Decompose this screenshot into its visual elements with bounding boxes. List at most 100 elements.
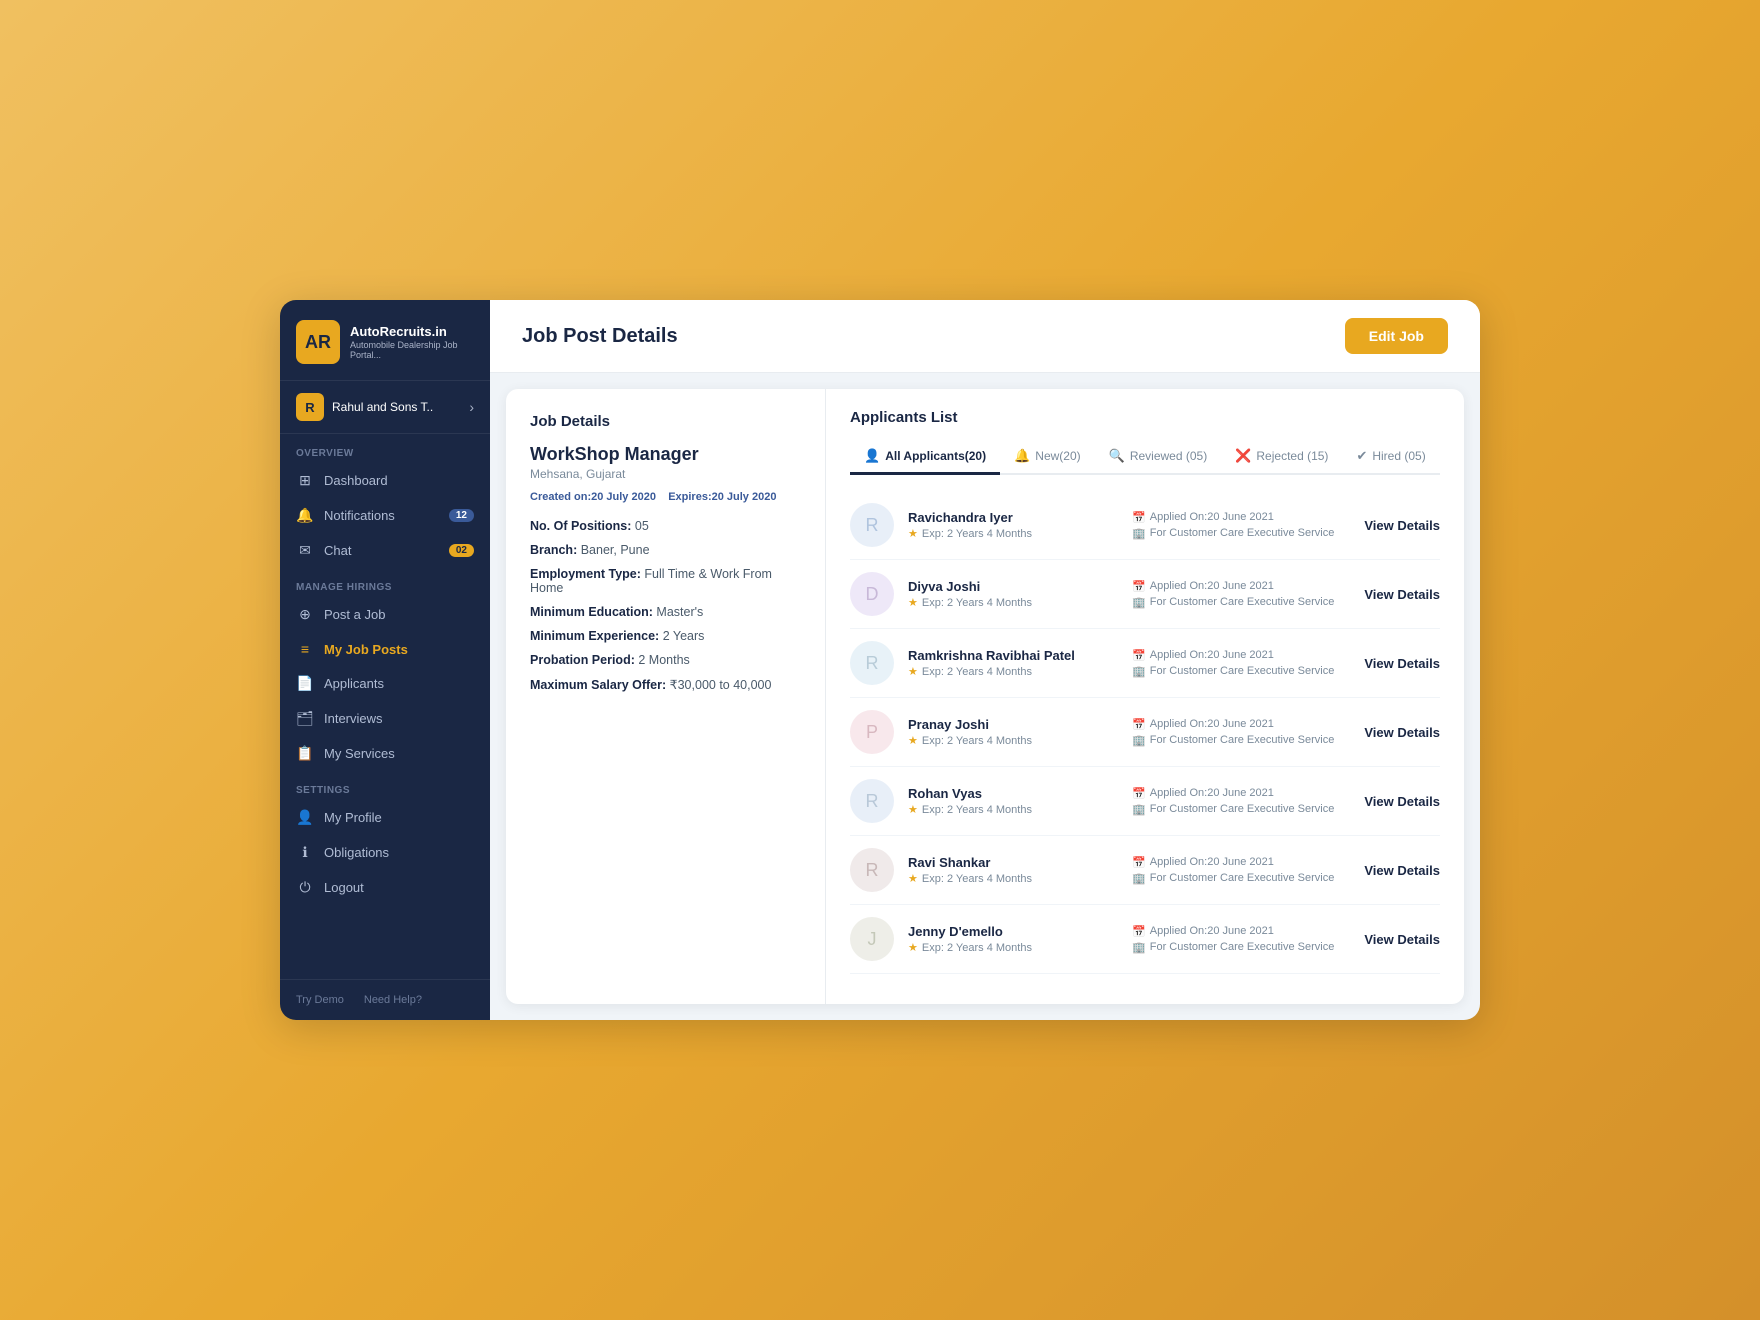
- service-icon: 🏢: [1132, 665, 1146, 678]
- sidebar-item-dashboard[interactable]: ⊞ Dashboard: [280, 463, 490, 498]
- sidebar: AR AutoRecruits.in Automobile Dealership…: [280, 300, 490, 1020]
- sidebar-item-applicants[interactable]: 📄 Applicants: [280, 666, 490, 701]
- my-profile-icon: 👤: [296, 809, 314, 826]
- view-details-button[interactable]: View Details: [1364, 932, 1440, 947]
- applicant-info: Pranay Joshi ★ Exp: 2 Years 4 Months: [908, 717, 1118, 747]
- applicant-avatar: R: [850, 779, 894, 823]
- applicants-list: R Ravichandra Iyer ★ Exp: 2 Years 4 Mont…: [850, 491, 1440, 974]
- overview-section-label: Overview: [280, 434, 490, 463]
- applicant-row: P Pranay Joshi ★ Exp: 2 Years 4 Months 📅…: [850, 698, 1440, 767]
- applicant-name: Jenny D'emello: [908, 924, 1118, 939]
- sidebar-item-my-job-posts[interactable]: ≡ My Job Posts: [280, 632, 490, 666]
- main-header: Job Post Details Edit Job: [490, 300, 1480, 373]
- settings-section-label: Settings: [280, 771, 490, 800]
- applicant-row: J Jenny D'emello ★ Exp: 2 Years 4 Months…: [850, 905, 1440, 974]
- applicant-exp: ★ Exp: 2 Years 4 Months: [908, 734, 1118, 747]
- job-branch: Branch: Baner, Pune: [530, 543, 801, 557]
- sidebar-item-label: Interviews: [324, 711, 383, 726]
- job-details-title: Job Details: [530, 413, 801, 430]
- applicant-name: Ravichandra Iyer: [908, 510, 1118, 525]
- sidebar-item-interviews[interactable]: 🗂 Interviews: [280, 701, 490, 736]
- job-location: Mehsana, Gujarat: [530, 467, 801, 481]
- view-details-button[interactable]: View Details: [1364, 863, 1440, 878]
- star-icon: ★: [908, 596, 918, 609]
- for-service: 🏢For Customer Care Executive Service: [1132, 803, 1334, 816]
- calendar-icon: 📅: [1132, 580, 1146, 593]
- created-date: 20 July 2020: [591, 491, 656, 503]
- tab-rejected--15-[interactable]: ❌Rejected (15): [1221, 440, 1342, 475]
- logo-name: AutoRecruits.in: [350, 324, 474, 340]
- sidebar-item-notifications[interactable]: 🔔 Notifications 12: [280, 498, 490, 533]
- for-service: 🏢For Customer Care Executive Service: [1132, 941, 1334, 954]
- content-area: Job Details WorkShop Manager Mehsana, Gu…: [506, 389, 1464, 1004]
- sidebar-item-label: My Job Posts: [324, 642, 408, 657]
- job-employment-type: Employment Type: Full Time & Work From H…: [530, 567, 801, 595]
- view-details-button[interactable]: View Details: [1364, 518, 1440, 533]
- for-service: 🏢For Customer Care Executive Service: [1132, 665, 1334, 678]
- job-probation: Probation Period: 2 Months: [530, 653, 801, 667]
- applicants-tabs: 👤All Applicants(20)🔔New(20)🔍Reviewed (05…: [850, 440, 1440, 475]
- applicant-row: R Ravichandra Iyer ★ Exp: 2 Years 4 Mont…: [850, 491, 1440, 560]
- try-demo-link[interactable]: Try Demo: [296, 994, 344, 1006]
- service-icon: 🏢: [1132, 734, 1146, 747]
- expires-date: 20 July 2020: [712, 491, 777, 503]
- view-details-button[interactable]: View Details: [1364, 587, 1440, 602]
- sidebar-item-label: Post a Job: [324, 607, 385, 622]
- applicant-row: R Ravi Shankar ★ Exp: 2 Years 4 Months 📅…: [850, 836, 1440, 905]
- need-help-link[interactable]: Need Help?: [364, 994, 422, 1006]
- sidebar-item-post-job[interactable]: ⊕ Post a Job: [280, 597, 490, 632]
- sidebar-item-logout[interactable]: ⏻ Logout: [280, 870, 490, 905]
- created-label: Created on:: [530, 491, 591, 503]
- calendar-icon: 📅: [1132, 718, 1146, 731]
- view-details-button[interactable]: View Details: [1364, 725, 1440, 740]
- applied-on: 📅Applied On:20 June 2021: [1132, 925, 1334, 938]
- applicant-exp: ★ Exp: 2 Years 4 Months: [908, 665, 1118, 678]
- sidebar-item-obligations[interactable]: ℹ Obligations: [280, 835, 490, 870]
- star-icon: ★: [908, 803, 918, 816]
- sidebar-item-my-profile[interactable]: 👤 My Profile: [280, 800, 490, 835]
- sidebar-item-label: Logout: [324, 880, 364, 895]
- applicant-row: R Rohan Vyas ★ Exp: 2 Years 4 Months 📅Ap…: [850, 767, 1440, 836]
- service-icon: 🏢: [1132, 941, 1146, 954]
- applicant-exp: ★ Exp: 2 Years 4 Months: [908, 872, 1118, 885]
- sidebar-item-label: Notifications: [324, 508, 395, 523]
- chevron-right-icon: ›: [469, 399, 474, 415]
- applicant-exp: ★ Exp: 2 Years 4 Months: [908, 803, 1118, 816]
- applied-on: 📅Applied On:20 June 2021: [1132, 580, 1334, 593]
- tab-hired--05-[interactable]: ✔Hired (05): [1342, 440, 1439, 475]
- view-details-button[interactable]: View Details: [1364, 656, 1440, 671]
- star-icon: ★: [908, 665, 918, 678]
- applicants-title: Applicants List: [850, 409, 1440, 426]
- applicant-meta: 📅Applied On:20 June 2021 🏢For Customer C…: [1132, 649, 1334, 678]
- tab-reviewed--05-[interactable]: 🔍Reviewed (05): [1095, 440, 1222, 475]
- sidebar-item-chat[interactable]: ✉ Chat 02: [280, 533, 490, 568]
- chat-icon: ✉: [296, 542, 314, 559]
- sidebar-item-my-services[interactable]: 📋 My Services: [280, 736, 490, 771]
- my-job-posts-icon: ≡: [296, 641, 314, 657]
- obligations-icon: ℹ: [296, 844, 314, 861]
- company-selector[interactable]: R Rahul and Sons T.. ›: [280, 381, 490, 434]
- applicant-exp: ★ Exp: 2 Years 4 Months: [908, 527, 1118, 540]
- applicant-name: Ramkrishna Ravibhai Patel: [908, 648, 1118, 663]
- applicant-name: Rohan Vyas: [908, 786, 1118, 801]
- view-details-button[interactable]: View Details: [1364, 794, 1440, 809]
- edit-job-button[interactable]: Edit Job: [1345, 318, 1448, 354]
- sidebar-item-label: My Profile: [324, 810, 382, 825]
- sidebar-item-label: Dashboard: [324, 473, 388, 488]
- tab-icon: ❌: [1235, 448, 1251, 464]
- tab-all-applicants-20-[interactable]: 👤All Applicants(20): [850, 440, 1000, 475]
- applicant-name: Diyva Joshi: [908, 579, 1118, 594]
- company-icon: R: [296, 393, 324, 421]
- job-min-education: Minimum Education: Master's: [530, 605, 801, 619]
- applicants-icon: 📄: [296, 675, 314, 692]
- applicant-meta: 📅Applied On:20 June 2021 🏢For Customer C…: [1132, 787, 1334, 816]
- job-min-experience: Minimum Experience: 2 Years: [530, 629, 801, 643]
- logo-sub: Automobile Dealership Job Portal...: [350, 340, 474, 360]
- main-content: Job Post Details Edit Job Job Details Wo…: [490, 300, 1480, 1020]
- for-service: 🏢For Customer Care Executive Service: [1132, 734, 1334, 747]
- company-name: Rahul and Sons T..: [332, 400, 433, 414]
- applicant-exp: ★ Exp: 2 Years 4 Months: [908, 596, 1118, 609]
- tab-new-20-[interactable]: 🔔New(20): [1000, 440, 1095, 475]
- applicant-info: Ramkrishna Ravibhai Patel ★ Exp: 2 Years…: [908, 648, 1118, 678]
- applied-on: 📅Applied On:20 June 2021: [1132, 718, 1334, 731]
